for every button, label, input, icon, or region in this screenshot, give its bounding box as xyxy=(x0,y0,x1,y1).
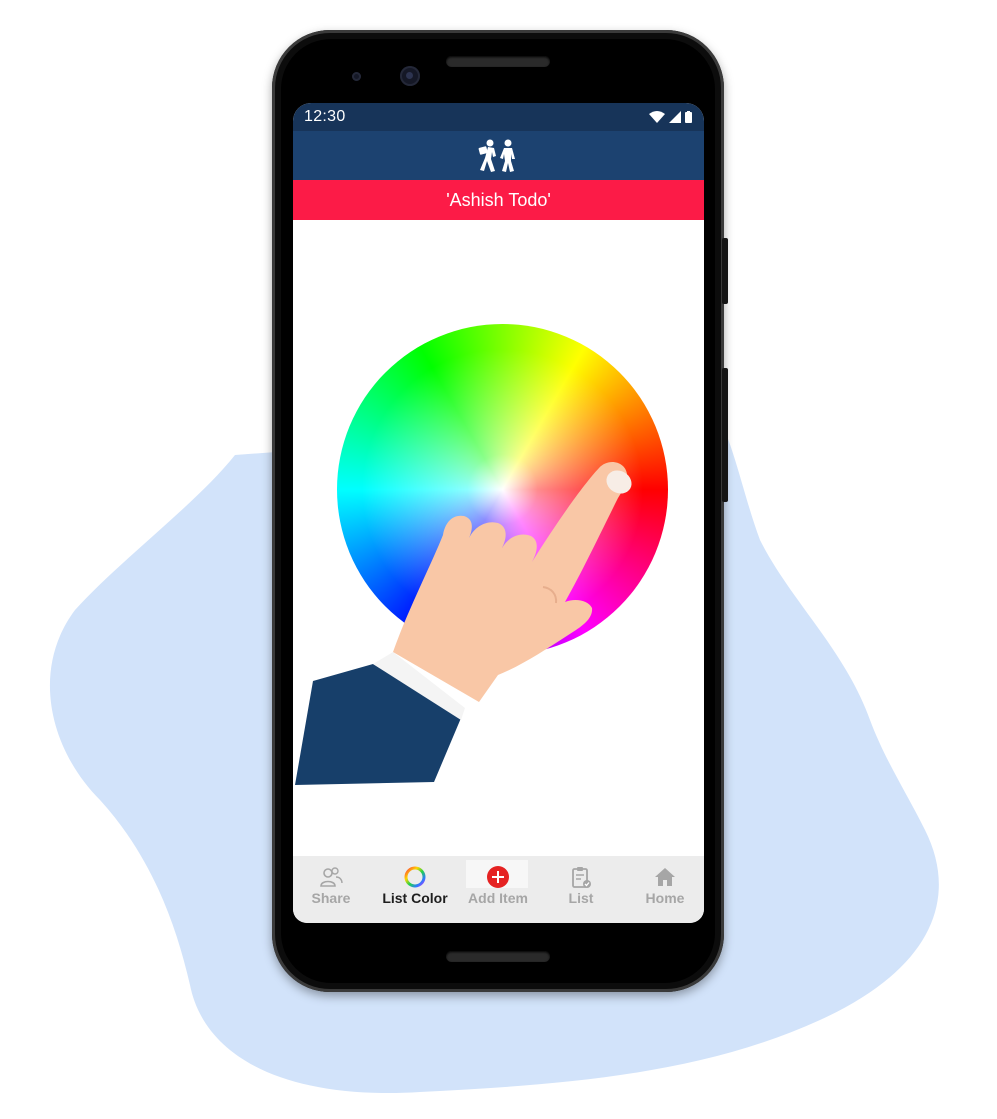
nav-list-color-label: List Color xyxy=(382,890,448,906)
list-title-bar: 'Ashish Todo' xyxy=(293,180,704,220)
nav-home[interactable]: Home xyxy=(637,856,693,923)
people-walking-icon xyxy=(478,139,515,172)
list-title: 'Ashish Todo' xyxy=(446,190,551,210)
status-icons xyxy=(649,111,692,123)
top-speaker xyxy=(446,56,550,67)
bottom-speaker xyxy=(446,951,550,962)
front-sensor xyxy=(352,72,361,81)
nav-share-label: Share xyxy=(311,890,351,906)
nav-list[interactable]: List xyxy=(559,856,603,923)
nav-share[interactable]: Share xyxy=(306,856,356,923)
status-time: 12:30 xyxy=(304,108,346,125)
power-button xyxy=(722,238,728,304)
battery-icon xyxy=(685,111,692,123)
phone-screen: 12:30 'Ashish Todo' Share List Color Add… xyxy=(293,103,704,923)
wifi-icon xyxy=(649,111,665,123)
pointing-hand-illustration xyxy=(295,462,632,785)
content-area xyxy=(293,220,704,856)
nav-list-label: List xyxy=(568,890,594,906)
nav-home-label: Home xyxy=(645,890,685,906)
people-icon xyxy=(320,867,343,887)
color-ring-icon xyxy=(404,866,426,888)
front-camera xyxy=(400,66,420,86)
home-icon xyxy=(655,868,675,886)
plus-circle-icon xyxy=(487,866,509,888)
bottom-navigation: Share List Color Add Item List Home xyxy=(293,856,704,923)
nav-list-color[interactable]: List Color xyxy=(379,856,451,923)
nav-add-item[interactable]: Add Item xyxy=(466,856,530,923)
nav-add-item-label: Add Item xyxy=(468,890,528,906)
volume-button xyxy=(722,368,728,502)
app-header xyxy=(293,131,704,180)
status-bar: 12:30 xyxy=(293,103,704,131)
signal-icon xyxy=(669,111,681,123)
clipboard-check-icon xyxy=(572,867,591,888)
